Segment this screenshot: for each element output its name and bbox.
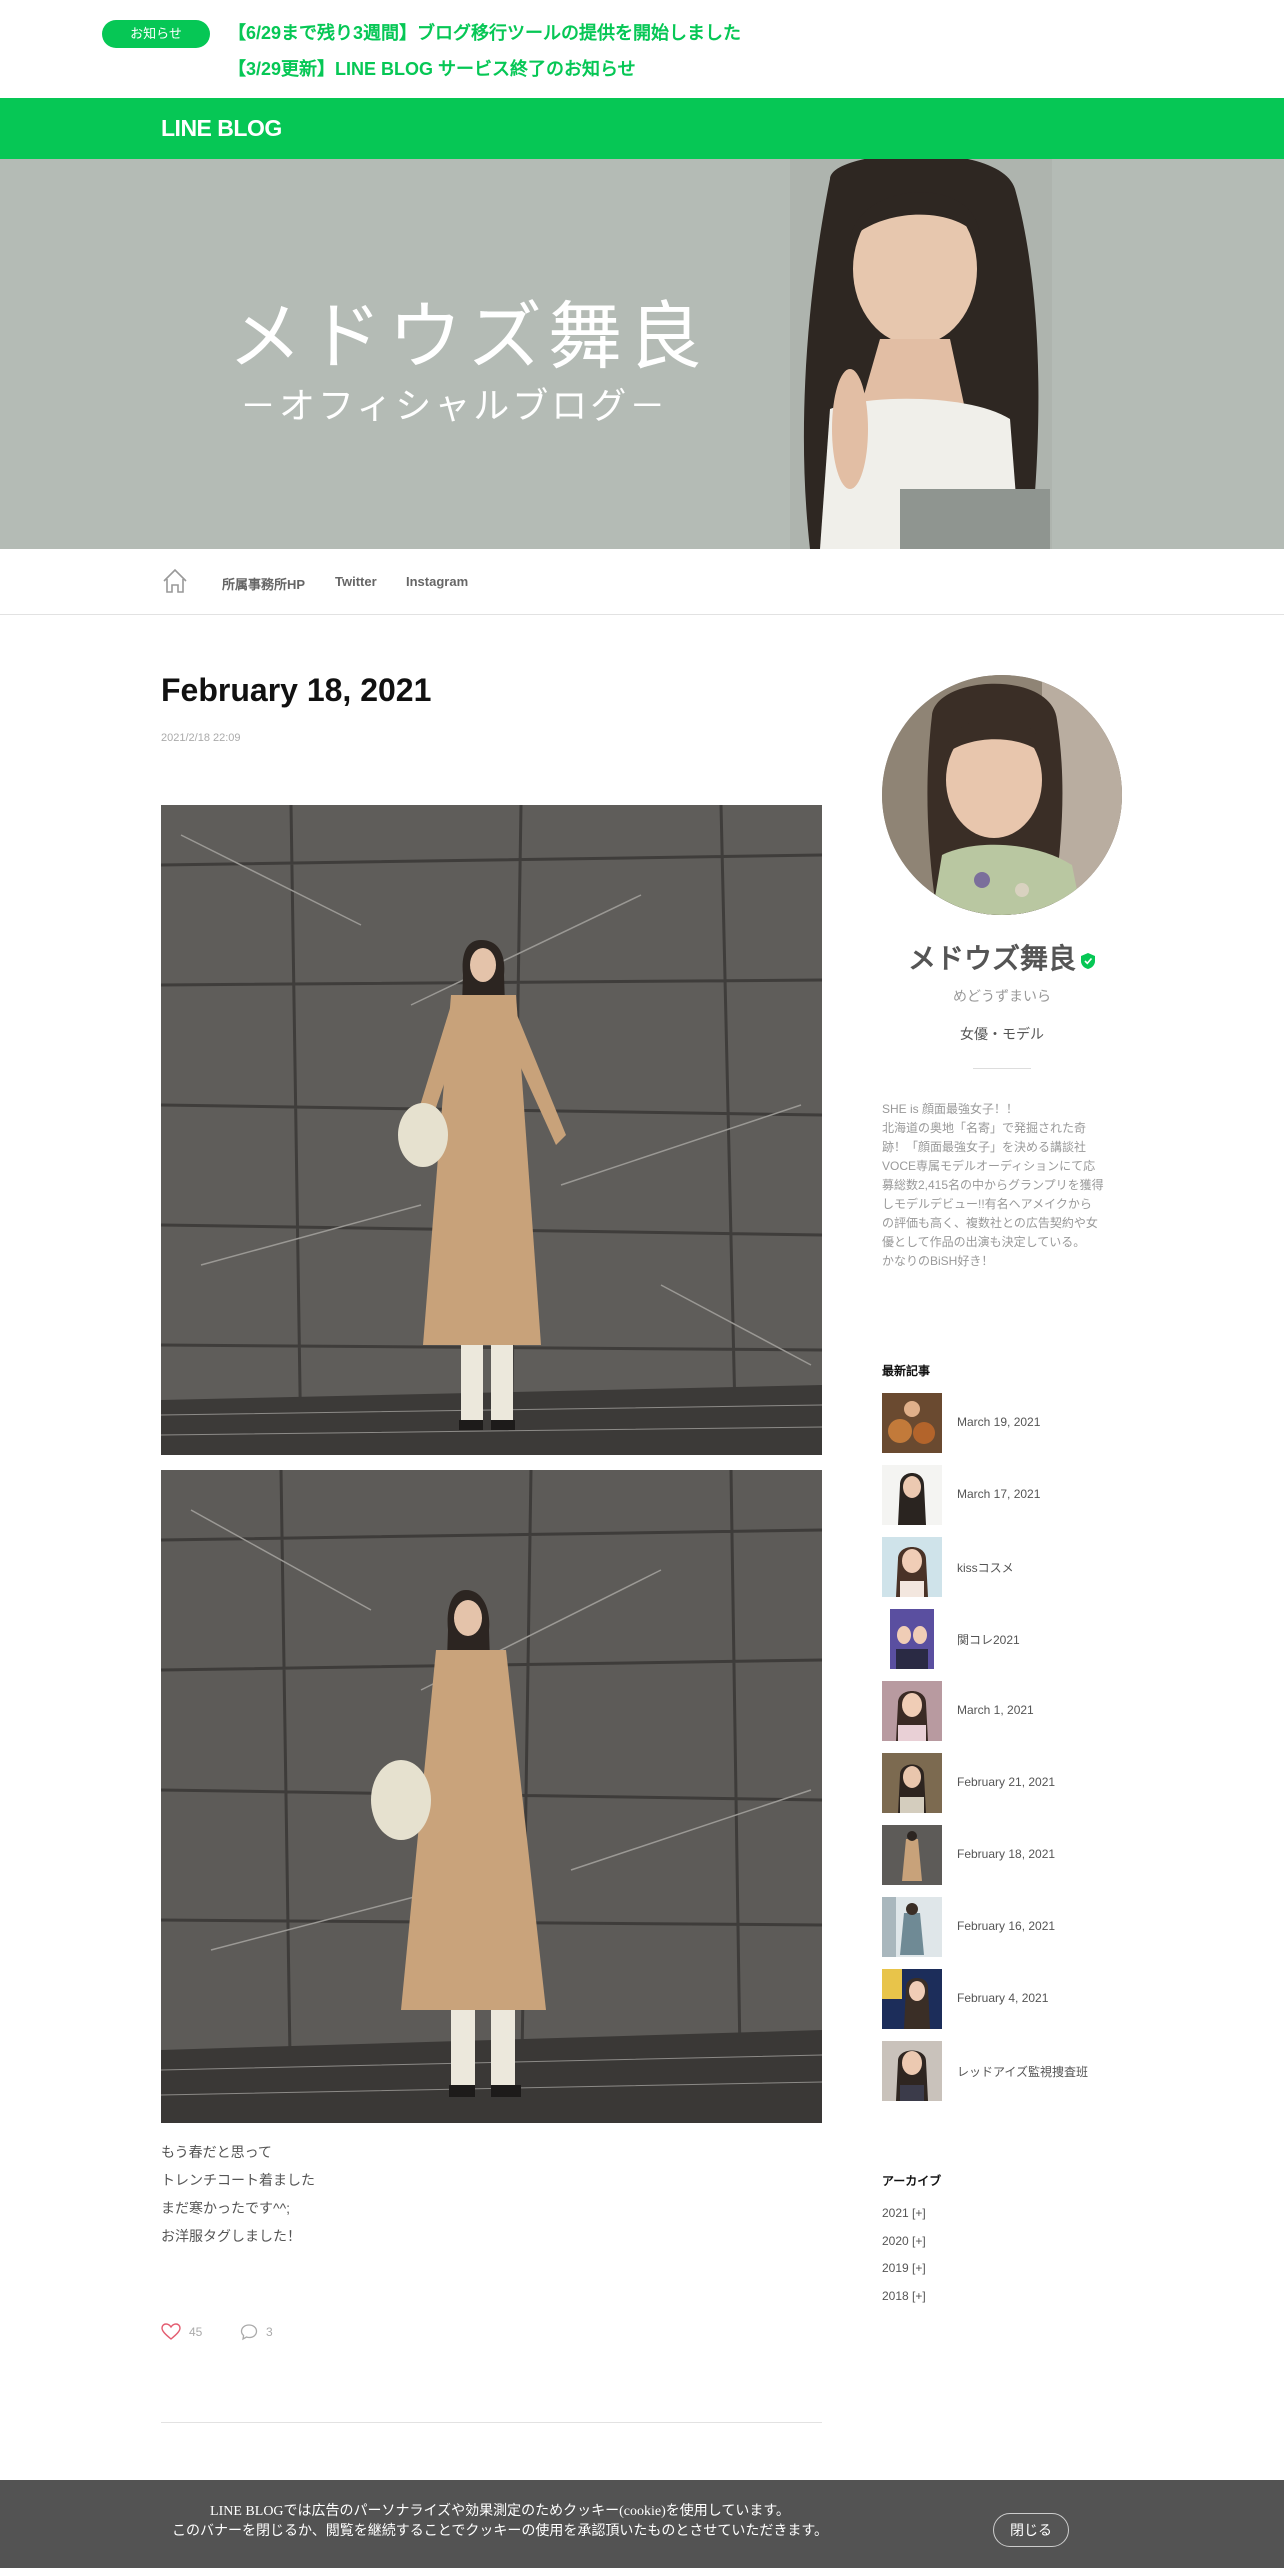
recent-post-thumbnail — [882, 1825, 942, 1885]
recent-post-thumbnail — [882, 1681, 942, 1741]
profile-role: 女優・モデル — [960, 1026, 1044, 1042]
profile-avatar[interactable] — [882, 675, 1122, 915]
heart-icon — [161, 2323, 181, 2340]
profile-bio-line: 募総数2,415名の中からグランプリを獲得 — [882, 1178, 1104, 1192]
profile-kana: めどうずまいら — [953, 988, 1051, 1004]
nav-link-agency[interactable]: 所属事務所HP — [222, 574, 305, 593]
article-photo-2[interactable] — [161, 1470, 822, 2123]
recent-post-title: March 17, 2021 — [957, 1487, 1041, 1501]
recent-post-title: February 4, 2021 — [957, 1991, 1049, 2005]
profile-bio-line: しモデルデビュー!!有名ヘアメイクから — [882, 1197, 1092, 1211]
archive-year-2021[interactable]: 2021 [+] — [882, 2206, 926, 2220]
profile-bio-line: かなりのBiSH好き！ — [882, 1254, 994, 1268]
like-button[interactable]: 45 — [161, 2322, 202, 2342]
recent-post-thumbnail — [882, 2041, 942, 2101]
comment-count: 3 — [266, 2325, 273, 2339]
recent-post-item[interactable]: February 21, 2021 — [882, 1753, 1122, 1813]
home-icon[interactable] — [161, 567, 189, 595]
site-header: LINE BLOG — [0, 98, 1284, 159]
nav-link-instagram[interactable]: Instagram — [406, 574, 468, 589]
profile-avatar-image — [882, 675, 1122, 915]
archive-heading: アーカイブ — [882, 2174, 942, 2188]
recent-post-item[interactable]: March 17, 2021 — [882, 1465, 1122, 1525]
cookie-notice-text: LINE BLOGでは広告のパーソナライズや効果測定のためクッキー(cookie… — [120, 2502, 880, 2542]
recent-post-thumbnail — [882, 1465, 942, 1525]
recent-post-thumbnail — [882, 1969, 942, 2029]
cookie-notice-line: このバナーを閉じるか、閲覧を継続することでクッキーの使用を承認頂いたものとさせて… — [172, 2524, 828, 2539]
recent-post-title: February 21, 2021 — [957, 1775, 1056, 1789]
banner-title: メドウズ舞良 — [228, 294, 708, 380]
profile-name: メドウズ舞良 — [882, 937, 1122, 977]
article-photo-1[interactable] — [161, 805, 822, 1455]
article-body-line: お洋服タグしました！ — [161, 2228, 301, 2244]
cookie-consent-banner: LINE BLOGでは広告のパーソナライズや効果測定のためクッキー(cookie… — [0, 2480, 1284, 2568]
recent-posts-heading: 最新記事 — [882, 1364, 931, 1378]
recent-post-title: March 19, 2021 — [957, 1415, 1041, 1429]
profile-bio-line: 跡！「顔面最強女子」を決める講談社 — [882, 1140, 1087, 1154]
recent-post-item[interactable]: February 4, 2021 — [882, 1969, 1122, 2029]
nav-link-twitter[interactable]: Twitter — [335, 574, 377, 589]
archive-year-2018[interactable]: 2018 [+] — [882, 2289, 926, 2303]
recent-post-item[interactable]: March 1, 2021 — [882, 1681, 1122, 1741]
article-divider — [161, 2422, 822, 2423]
verified-badge-icon — [1081, 952, 1095, 969]
recent-post-item[interactable]: 関コレ2021 — [882, 1609, 1122, 1669]
recent-post-item[interactable]: March 19, 2021 — [882, 1393, 1122, 1453]
blog-banner: メドウズ舞良 －オフィシャルブログ－ — [0, 159, 1284, 549]
profile-bio-line: 優として作品の出演も決定している。 — [882, 1235, 1086, 1249]
recent-post-thumbnail — [882, 1537, 942, 1597]
cookie-close-button[interactable]: 閉じる — [993, 2513, 1069, 2547]
banner-portrait-image — [790, 159, 1052, 549]
article-date: 2021/2/18 22:09 — [161, 732, 241, 744]
notice-link-migration-tool[interactable]: 【6/29まで残り3週間】ブログ移行ツールの提供を開始しました — [228, 19, 741, 45]
article-photo-2-image — [161, 1470, 822, 2123]
comment-button[interactable]: 3 — [240, 2322, 273, 2342]
recent-post-thumbnail — [882, 1897, 942, 1957]
article-title: February 18, 2021 — [161, 672, 432, 708]
recent-post-thumbnail — [882, 1753, 942, 1813]
blog-nav: 所属事務所HP Twitter Instagram — [0, 549, 1284, 615]
recent-post-title: March 1, 2021 — [957, 1703, 1034, 1717]
article-body-line: まだ寒かったです^^; — [161, 2200, 291, 2216]
line-blog-logo[interactable]: LINE BLOG — [161, 115, 282, 141]
archive-year-2020[interactable]: 2020 [+] — [882, 2234, 926, 2248]
recent-post-thumbnail — [882, 1609, 942, 1669]
recent-post-title: February 18, 2021 — [957, 1847, 1056, 1861]
article-body-line: もう春だと思って — [161, 2144, 272, 2160]
recent-post-item[interactable]: レッドアイズ監視捜査班 — [882, 2041, 1122, 2101]
recent-post-title: レッドアイズ監視捜査班 — [957, 2065, 1089, 2079]
comment-icon — [240, 2324, 258, 2341]
recent-post-item[interactable]: February 16, 2021 — [882, 1897, 1122, 1957]
archive-year-2019[interactable]: 2019 [+] — [882, 2261, 926, 2275]
profile-name-text: メドウズ舞良 — [907, 943, 1076, 974]
profile-bio-line: 北海道の奥地「名寄」で発掘された奇 — [882, 1121, 1087, 1135]
notice-badge: お知らせ — [102, 20, 210, 48]
recent-post-item[interactable]: February 18, 2021 — [882, 1825, 1122, 1885]
recent-post-title: 関コレ2021 — [957, 1633, 1020, 1647]
article-body-line: トレンチコート着ました — [161, 2172, 315, 2188]
recent-post-item[interactable]: kissコスメ — [882, 1537, 1122, 1597]
banner-subtitle: －オフィシャルブログ－ — [240, 386, 669, 427]
notice-link-service-end[interactable]: 【3/29更新】LINE BLOG サービス終了のお知らせ — [228, 55, 636, 81]
cookie-notice-line: LINE BLOGでは広告のパーソナライズや効果測定のためクッキー(cookie… — [210, 2504, 790, 2519]
recent-post-title: February 16, 2021 — [957, 1919, 1056, 1933]
recent-post-title: kissコスメ — [957, 1561, 1014, 1575]
article-photo-1-image — [161, 805, 822, 1455]
like-count: 45 — [189, 2325, 203, 2339]
profile-bio-line: VOCE専属モデルオーディションにて応 — [882, 1159, 1096, 1173]
profile-bio-line: の評価も高く、複数社との広告契約や女 — [882, 1216, 1098, 1230]
profile-bio-line: SHE is 顔面最強女子！！ — [882, 1102, 1019, 1116]
profile-divider — [973, 1068, 1031, 1069]
recent-post-thumbnail — [882, 1393, 942, 1453]
notice-bar: お知らせ 【6/29まで残り3週間】ブログ移行ツールの提供を開始しました 【3/… — [0, 0, 1284, 98]
